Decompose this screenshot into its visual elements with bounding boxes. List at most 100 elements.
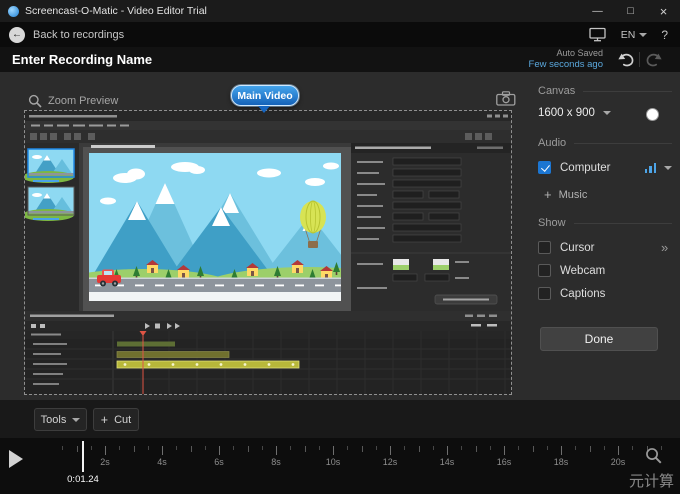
timeline-tick [205,446,206,450]
recording-name-input[interactable]: Enter Recording Name [12,52,152,67]
section-rule [574,223,672,224]
redo-button[interactable] [640,52,666,67]
timeline-tick [461,446,462,450]
language-selector[interactable]: EN [621,29,648,41]
share-screen-icon[interactable] [589,27,607,42]
recording-screenshot [25,111,511,394]
main-video-callout: Main Video [231,85,299,106]
timeline-tick [119,446,120,450]
window-controls: — □ × [581,0,680,22]
zoom-preview-button[interactable]: Zoom Preview [28,94,118,108]
show-cursor-row[interactable]: Cursor [538,241,595,254]
show-webcam-row[interactable]: Webcam [538,264,605,277]
video-preview[interactable] [24,110,512,395]
timeline-tick [590,446,591,452]
magnifier-icon [28,94,42,108]
chevron-down-icon [603,111,611,115]
done-button[interactable]: Done [540,327,658,351]
timeline-tick [433,446,434,450]
back-label: Back to recordings [33,29,124,41]
captions-label: Captions [560,288,605,300]
volume-level-icon [645,163,657,173]
language-label: EN [621,29,636,41]
cursor-label: Cursor [560,242,595,254]
undo-button[interactable] [613,52,639,67]
timeline-tick [319,446,320,450]
chevron-down-icon[interactable] [664,166,672,170]
timeline-tick [276,446,277,455]
nav-right-group: EN ? [589,27,668,42]
window-title: Screencast-O-Matic - Video Editor Trial [25,5,207,17]
timeline-tick [134,446,135,452]
timeline-zoom-icon[interactable] [645,447,662,464]
back-button[interactable]: ← Back to recordings [9,27,124,43]
help-button[interactable]: ? [661,28,668,42]
canvas-color-swatch[interactable] [646,108,659,121]
timeline-tick [148,446,149,450]
cursor-checkbox[interactable] [538,241,551,254]
add-music-button[interactable]: + Music [544,187,587,202]
tools-menu-button[interactable]: Tools [34,408,87,431]
timeline-tick [561,446,562,455]
timeline-tick [233,446,234,450]
playhead-line [82,441,84,472]
timeline-tick [504,446,505,455]
timeline-tick [518,446,519,450]
show-captions-row[interactable]: Captions [538,287,605,300]
timeline-tick [333,446,334,455]
callout-pointer [258,106,270,119]
music-label: Music [559,189,588,201]
timeline-tick [347,446,348,450]
timeline-tick [404,446,405,450]
watermark: 元计算 [629,470,674,491]
audio-heading-label: Audio [538,137,566,149]
timeline-tick [390,446,391,455]
audio-computer-row[interactable]: Computer [538,161,672,174]
timeline-tick-label: 16s [497,457,512,467]
main-video-label: Main Video [237,90,292,102]
timeline-tick-label: 8s [271,457,281,467]
webcam-label: Webcam [560,265,605,277]
timeline-tick [376,446,377,450]
timeline-tick [476,446,477,452]
cut-button[interactable]: + Cut [93,408,139,431]
timeline-tick-label: 2s [100,457,110,467]
timeline-tick [575,446,576,450]
timeline-tick [77,446,78,452]
camera-icon[interactable] [496,91,516,106]
minimize-button[interactable]: — [581,0,614,22]
show-heading-label: Show [538,217,566,229]
timeline-ruler[interactable]: 2s4s6s8s10s12s14s16s18s20s [0,438,680,494]
editor-header: Enter Recording Name Auto Saved Few seco… [0,47,680,72]
app-logo-icon [8,6,19,17]
close-button[interactable]: × [647,0,680,22]
timeline-tick [91,446,92,450]
timeline-tick [618,446,619,455]
chevron-down-icon [639,33,647,37]
computer-checkbox[interactable] [538,161,551,174]
timeline-tick [248,446,249,452]
computer-label: Computer [560,162,611,174]
timeline-tick [632,446,633,450]
section-rule [583,91,672,92]
timeline-tick-label: 4s [157,457,167,467]
timeline-tick [162,446,163,455]
window-titlebar: Screencast-O-Matic - Video Editor Trial … [0,0,680,22]
timeline-tick-label: 14s [440,457,455,467]
webcam-checkbox[interactable] [538,264,551,277]
redo-icon [645,52,662,67]
timeline-tick [176,446,177,450]
timeline-tick-label: 18s [554,457,569,467]
maximize-button[interactable]: □ [614,0,647,22]
timeline-tick [262,446,263,450]
undo-icon [618,52,635,67]
zoom-preview-label: Zoom Preview [48,95,118,107]
timeline-tick-label: 10s [326,457,341,467]
show-section-heading: Show [538,217,672,229]
timeline-tick [62,446,63,450]
timeline[interactable]: 2s4s6s8s10s12s14s16s18s20s 0:01.24 [0,438,680,494]
canvas-size-dropdown[interactable]: 1600 x 900 [538,107,611,119]
captions-checkbox[interactable] [538,287,551,300]
autosave-time: Few seconds ago [529,59,603,70]
panel-expand-chevrons-icon[interactable]: » [661,240,667,255]
